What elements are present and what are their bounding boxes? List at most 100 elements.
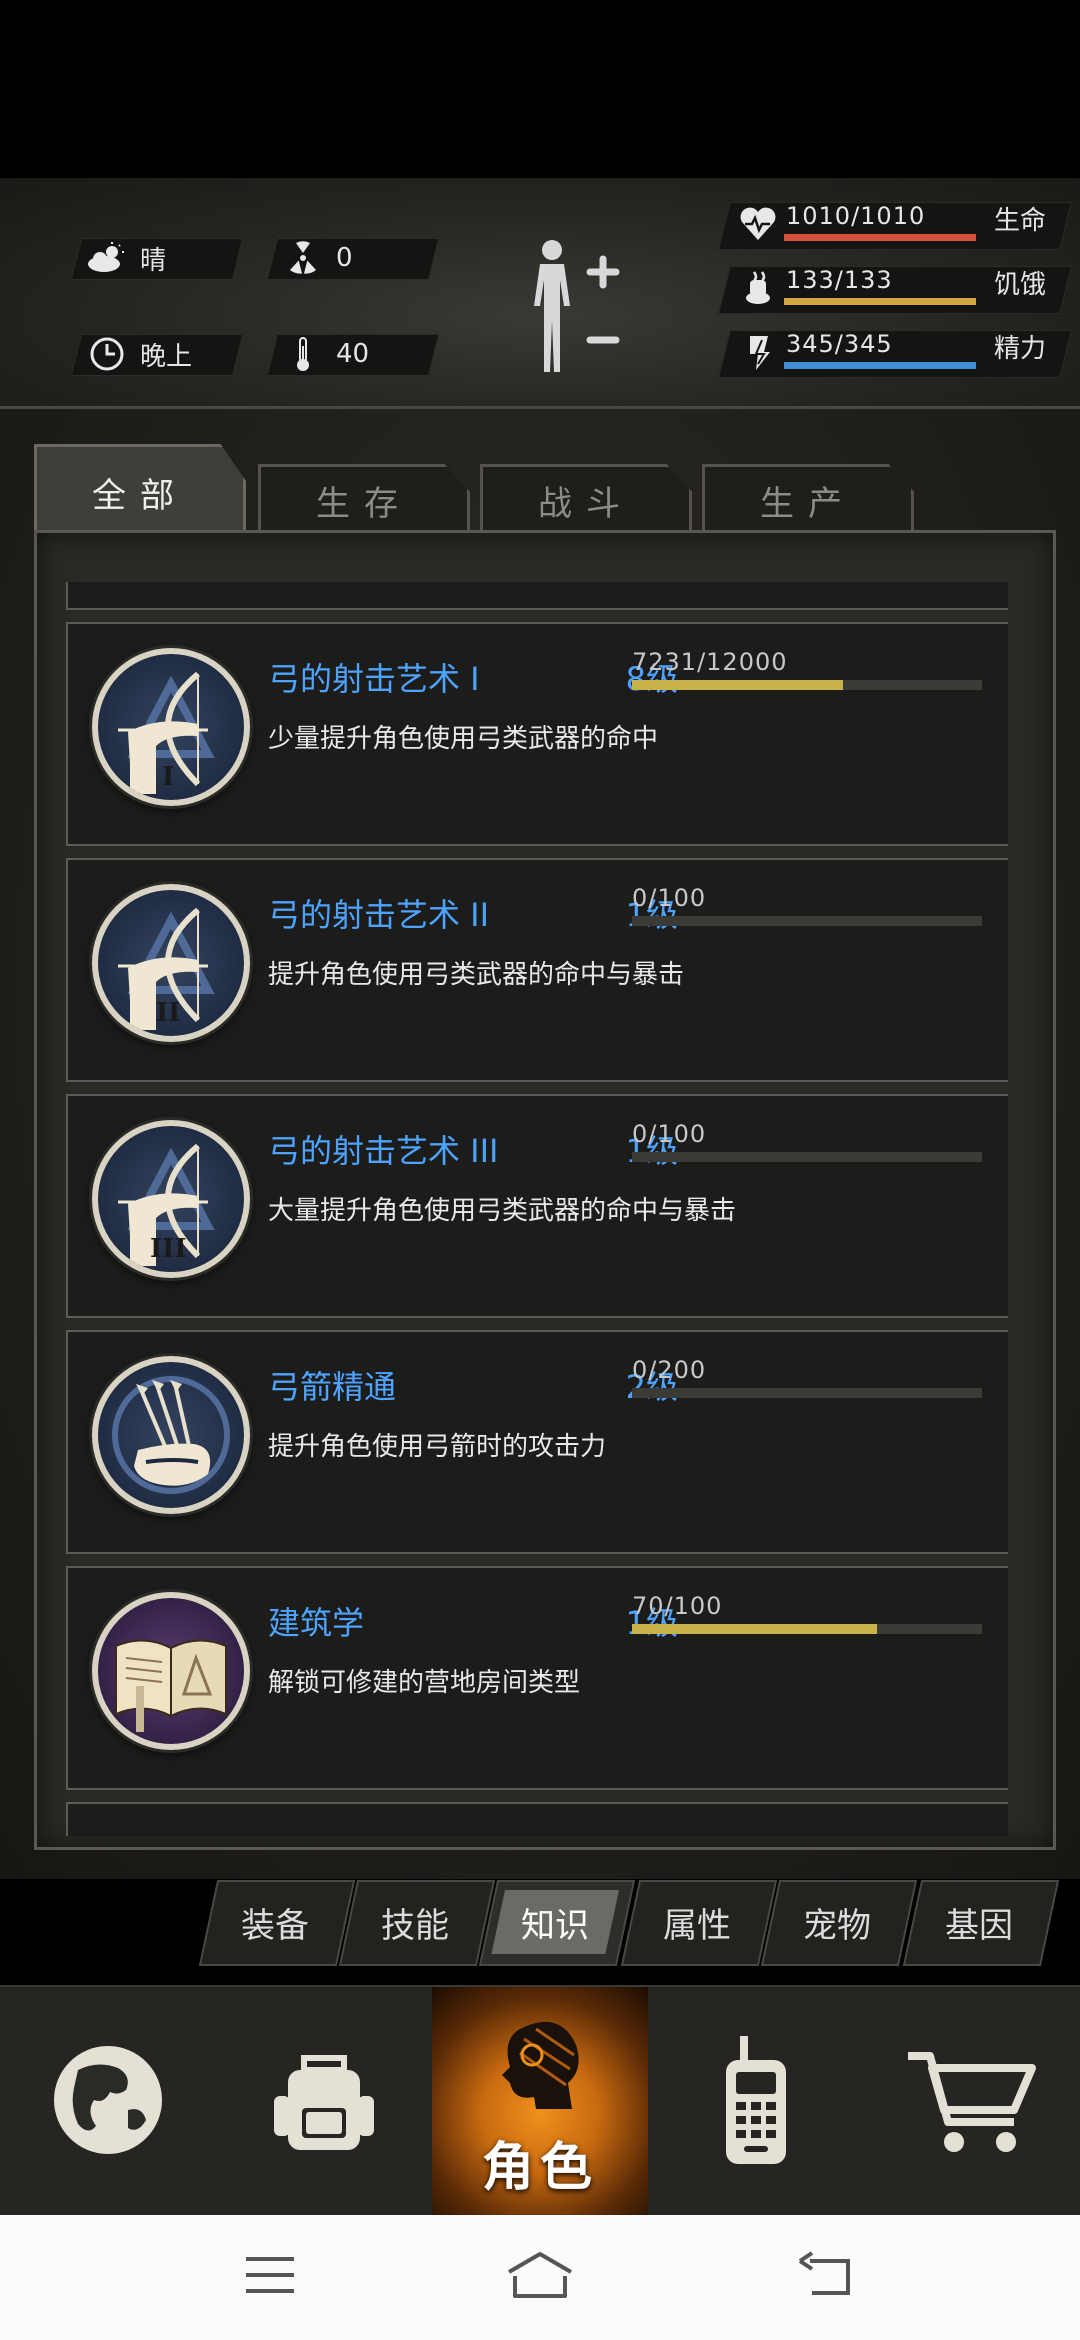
character-category-bar: 装备 技能 知识 属性 宠物 基因 — [198, 1880, 1080, 1966]
tab-production[interactable]: 生产 — [702, 464, 914, 533]
energy-icon — [738, 332, 778, 372]
globe-icon — [48, 2040, 168, 2164]
back-button[interactable] — [786, 2245, 866, 2309]
category-skills-label: 技能 — [381, 1906, 449, 1946]
skill-description: 提升角色使用弓类武器的命中与暴击 — [268, 960, 685, 990]
skill-description: 少量提升角色使用弓类武器的命中 — [268, 724, 659, 754]
skill-list[interactable]: I 弓的射击艺术 I 8级 7231/12000 少量提升角色使用弓类武器的命中… — [66, 582, 1008, 1836]
time-label: 晚上 — [140, 341, 193, 372]
category-knowledge-label: 知识 — [521, 1906, 589, 1946]
skill-progress-text: 0/200 — [632, 1356, 707, 1384]
skill-progress-bar — [632, 916, 982, 926]
health-bar: 1010/1010 生命 — [718, 196, 1080, 256]
book-icon — [92, 1592, 250, 1750]
thermometer-icon — [282, 333, 324, 375]
character-body-figure[interactable] — [520, 236, 630, 376]
nav-shop[interactable] — [864, 1987, 1080, 2217]
skill-title: 弓的射击艺术 II — [268, 896, 490, 934]
bow-archer-icon: III — [92, 1120, 250, 1278]
list-item-partial-top — [66, 582, 1008, 610]
category-equipment-label: 装备 — [241, 1906, 309, 1946]
skill-title: 弓的射击艺术 I — [268, 660, 480, 698]
time-status: 晚上 — [86, 334, 192, 374]
skill-description: 提升角色使用弓箭时的攻击力 — [268, 1432, 607, 1462]
bow-archer-icon: II — [92, 884, 250, 1042]
hunger-text: 133/133 — [786, 266, 893, 294]
category-genes-label: 基因 — [945, 1906, 1013, 1946]
skill-tier-numeral: II — [156, 998, 181, 1028]
energy-fill — [784, 362, 976, 369]
skill-progress-fill — [632, 1624, 877, 1634]
tab-all[interactable]: 全部 — [34, 444, 246, 537]
skill-progress-bar — [632, 1388, 982, 1398]
weather-label: 晴 — [140, 245, 167, 276]
tab-combat-label: 战斗 — [538, 483, 634, 524]
skill-progress-text: 0/100 — [632, 1120, 707, 1148]
list-item[interactable]: 弓箭精通 2级 0/200 提升角色使用弓箭时的攻击力 — [66, 1330, 1008, 1554]
radiation-icon — [282, 237, 324, 279]
hunger-fill — [784, 298, 976, 305]
back-icon — [796, 2251, 856, 2303]
tab-production-label: 生产 — [760, 483, 856, 524]
nav-backpack[interactable] — [216, 1987, 432, 2217]
skill-tier-numeral: I — [162, 762, 175, 792]
walkie-talkie-icon — [696, 2030, 816, 2174]
list-item[interactable]: I 弓的射击艺术 I 8级 7231/12000 少量提升角色使用弓类武器的命中 — [66, 622, 1008, 846]
energy-label: 精力 — [994, 334, 1047, 364]
skill-progress-text: 0/100 — [632, 884, 707, 912]
skill-tier-numeral: III — [150, 1234, 187, 1264]
energy-bar: 345/345 精力 — [718, 324, 1080, 384]
nav-map[interactable] — [0, 1987, 216, 2217]
category-pets-label: 宠物 — [803, 1906, 871, 1946]
hunger-bar: 133/133 饥饿 — [718, 260, 1080, 320]
home-icon — [505, 2250, 575, 2304]
temperature-value: 40 — [336, 339, 370, 369]
shopping-cart-icon — [902, 2040, 1042, 2164]
menu-icon — [242, 2253, 298, 2301]
health-fill — [784, 234, 976, 241]
clock-icon — [86, 333, 128, 375]
bow-archer-icon: I — [92, 648, 250, 806]
status-header: 晴 0 晚上 40 1010/1010 生命 133/133 饥饿 345/34… — [0, 178, 1080, 409]
skill-progress-bar — [632, 1624, 982, 1634]
quiver-icon — [92, 1356, 250, 1514]
list-item[interactable]: II 弓的射击艺术 II 1级 0/100 提升角色使用弓类武器的命中与暴击 — [66, 858, 1008, 1082]
skill-description: 解锁可修建的营地房间类型 — [268, 1668, 581, 1698]
nav-character[interactable]: 角色 — [432, 1987, 648, 2217]
bottom-nav: 角色 — [0, 1985, 1080, 2217]
character-head-icon — [480, 2009, 600, 2143]
tab-combat[interactable]: 战斗 — [480, 464, 692, 533]
skill-title: 建筑学 — [268, 1604, 365, 1642]
health-text: 1010/1010 — [786, 202, 926, 230]
tab-survival[interactable]: 生存 — [258, 464, 470, 533]
health-label: 生命 — [994, 206, 1047, 236]
nav-radio[interactable] — [648, 1987, 864, 2217]
nav-character-label: 角色 — [481, 2138, 598, 2198]
weather-status: 晴 — [86, 238, 166, 278]
heart-icon — [738, 204, 778, 244]
list-item[interactable]: III 弓的射击艺术 III 1级 0/100 大量提升角色使用弓类武器的命中与… — [66, 1094, 1008, 1318]
energy-text: 345/345 — [786, 330, 893, 358]
hunger-icon — [738, 268, 778, 308]
menu-button[interactable] — [230, 2245, 310, 2309]
category-attributes-label: 属性 — [663, 1906, 731, 1946]
list-item[interactable]: 建筑学 1级 70/100 解锁可修建的营地房间类型 — [66, 1566, 1008, 1790]
home-button[interactable] — [500, 2245, 580, 2309]
tab-survival-label: 生存 — [316, 483, 412, 524]
skill-progress-fill — [632, 680, 843, 690]
list-item-partial-bottom — [66, 1802, 1008, 1836]
skill-title: 弓的射击艺术 III — [268, 1132, 499, 1170]
backpack-icon — [264, 2040, 384, 2164]
cloud-sun-icon — [86, 237, 128, 279]
tab-all-label: 全部 — [92, 475, 188, 516]
radiation-status: 0 — [282, 238, 353, 278]
skill-progress-bar — [632, 680, 982, 690]
skill-progress-text: 70/100 — [632, 1592, 723, 1620]
hunger-label: 饥饿 — [994, 270, 1047, 300]
temperature-status: 40 — [282, 334, 369, 374]
radiation-value: 0 — [336, 243, 353, 273]
skill-title: 弓箭精通 — [268, 1368, 397, 1406]
system-navigation-bar — [0, 2215, 1080, 2340]
skill-progress-text: 7231/12000 — [632, 648, 788, 676]
skill-description: 大量提升角色使用弓类武器的命中与暴击 — [268, 1196, 737, 1226]
